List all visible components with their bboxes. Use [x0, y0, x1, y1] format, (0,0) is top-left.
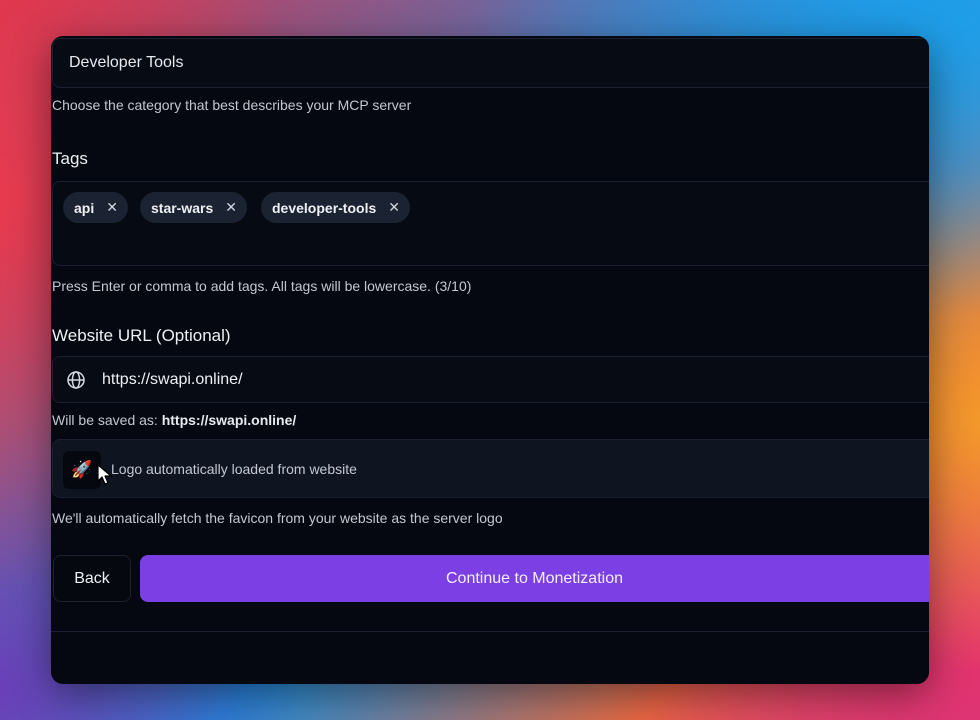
website-url-input[interactable]: https://swapi.online/ [52, 356, 929, 403]
globe-icon [67, 370, 85, 389]
saved-prefix: Will be saved as: [52, 412, 158, 428]
category-select[interactable]: Developer Tools [52, 38, 929, 88]
tags-input[interactable]: api ✕ star-wars ✕ developer-tools ✕ [52, 181, 929, 266]
tag-chip-star-wars: star-wars ✕ [140, 192, 247, 223]
tags-label: Tags [52, 149, 88, 168]
logo-hint: We'll automatically fetch the favicon fr… [52, 510, 503, 526]
remove-tag-icon[interactable]: ✕ [388, 199, 400, 216]
form-window: Developer Tools Choose the category that… [51, 36, 929, 684]
continue-to-monetization-button[interactable]: Continue to Monetization [140, 555, 929, 602]
logo-glyph: 🚀 [71, 460, 93, 479]
logo-preview-panel: 🚀 Logo automatically loaded from website [52, 439, 929, 498]
rocket-icon[interactable]: 🚀 [63, 451, 101, 489]
remove-tag-icon[interactable]: ✕ [225, 199, 237, 216]
category-value: Developer Tools [69, 54, 184, 71]
tag-chip-label: star-wars [151, 199, 214, 216]
tag-chip-developer-tools: developer-tools ✕ [261, 192, 410, 223]
footer-divider [51, 631, 929, 632]
back-button[interactable]: Back [53, 555, 131, 602]
website-url-value: https://swapi.online/ [102, 370, 243, 388]
logo-status-text: Logo automatically loaded from website [111, 461, 357, 477]
category-hint: Choose the category that best describes … [52, 97, 412, 113]
website-label: Website URL (Optional) [52, 326, 231, 345]
remove-tag-icon[interactable]: ✕ [106, 199, 118, 216]
tag-chip-label: developer-tools [272, 199, 377, 216]
tag-chip-api: api ✕ [63, 192, 128, 223]
saved-url: https://swapi.online/ [161, 412, 297, 428]
tag-chip-label: api [74, 199, 95, 216]
tags-hint: Press Enter or comma to add tags. All ta… [52, 278, 472, 294]
website-saved-hint: Will be saved as: https://swapi.online/ [52, 412, 296, 428]
